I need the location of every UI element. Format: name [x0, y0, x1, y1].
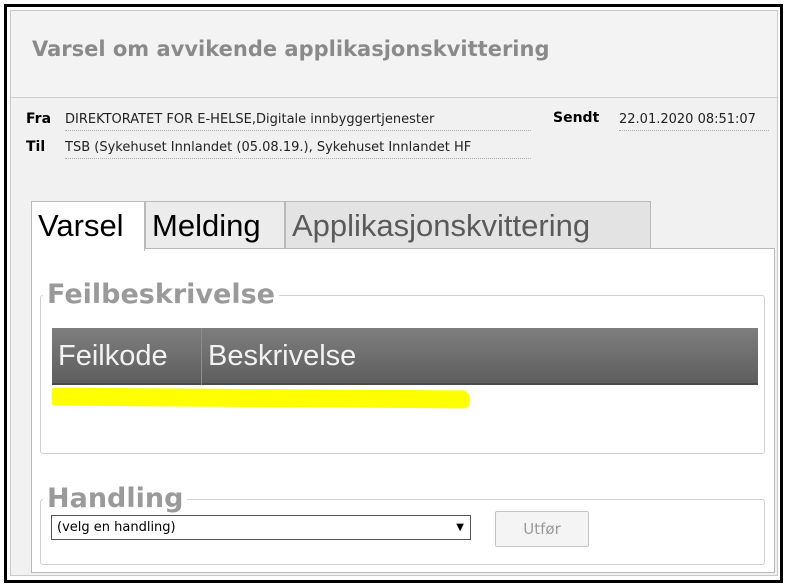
from-value: DIREKTORATET FOR E-HELSE,Digitale innbyg…	[65, 112, 531, 131]
action-select[interactable]: (velg en handling) ▼	[51, 515, 471, 540]
title-bar: Varsel om avvikende applikasjonskvitteri…	[11, 11, 777, 97]
to-value: TSB (Sykehuset Innlandet (05.08.19.), Sy…	[65, 140, 531, 159]
chevron-down-icon: ▼	[456, 522, 464, 533]
execute-button[interactable]: Utfør	[495, 511, 589, 547]
sent-label: Sendt	[553, 110, 600, 126]
column-header-feilkode[interactable]: Feilkode	[52, 328, 202, 385]
error-grid-header: Feilkode Beskrivelse	[52, 328, 758, 385]
yellow-highlight-mark	[51, 387, 471, 409]
error-description-legend: Feilbeskrivelse	[47, 279, 275, 310]
tab-applikasjonskvittering[interactable]: Applikasjonskvittering	[285, 201, 651, 249]
to-label: Til	[26, 139, 46, 155]
dialog-title: Varsel om avvikende applikasjonskvitteri…	[32, 37, 550, 61]
action-select-value: (velg en handling)	[57, 520, 176, 535]
tab-melding[interactable]: Melding	[145, 201, 285, 249]
from-label: Fra	[26, 111, 52, 127]
column-header-beskrivelse[interactable]: Beskrivelse	[202, 328, 758, 385]
action-legend: Handling	[47, 483, 184, 514]
sent-value: 22.01.2020 08:51:07	[619, 112, 769, 131]
notification-dialog: Varsel om avvikende applikasjonskvitteri…	[10, 10, 778, 576]
tab-varsel[interactable]: Varsel	[31, 201, 145, 251]
title-divider	[11, 97, 777, 98]
